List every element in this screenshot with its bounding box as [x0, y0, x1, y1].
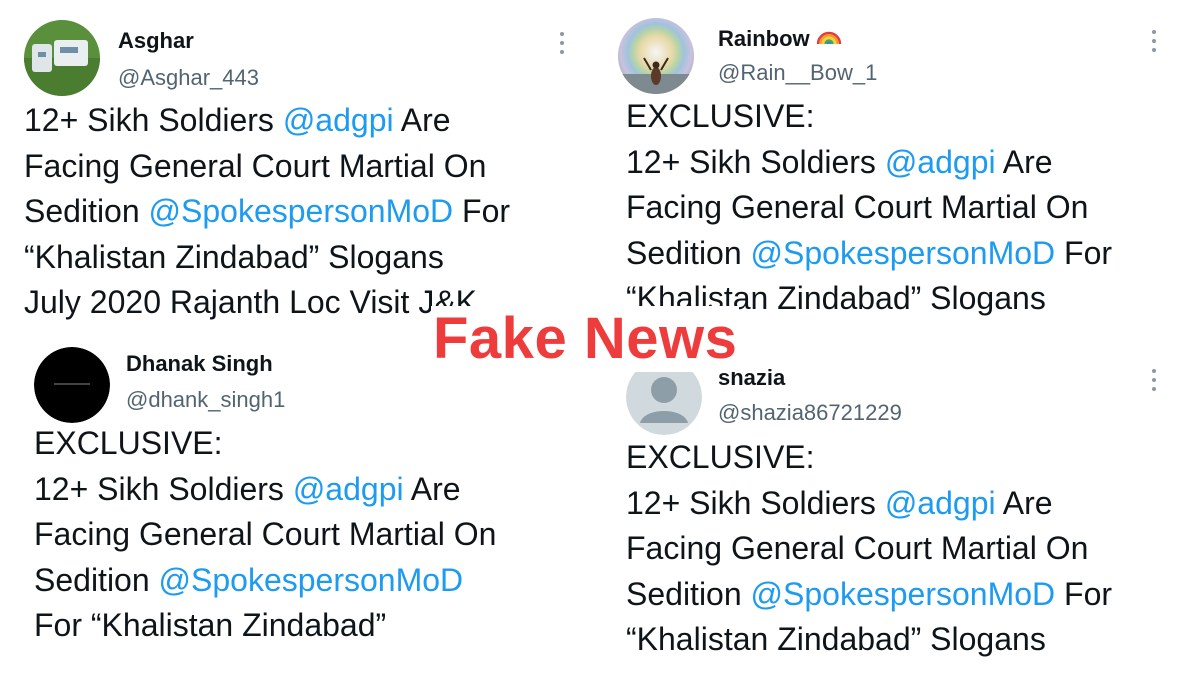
- tweet-text-segment: Are: [403, 470, 461, 507]
- tweet-text-line: 12+ Sikh Soldiers @adgpi Are: [24, 98, 510, 144]
- more-options-icon[interactable]: [1150, 30, 1158, 52]
- tweet-card-dhanak-singh[interactable]: Dhanak Singh @dhank_singh1 EXCLUSIVE: 12+…: [18, 345, 590, 657]
- tweet-text-line: 12+ Sikh Soldiers @adgpi Are: [34, 467, 496, 513]
- tweet-text-segment: Sedition: [626, 234, 751, 271]
- mention-link[interactable]: @SpokespersonMoD: [751, 235, 1056, 271]
- more-options-icon[interactable]: [1150, 369, 1158, 391]
- tweet-text-segment: Facing General Court Martial On: [626, 189, 1089, 225]
- tweet-text-segment: For: [1055, 234, 1113, 271]
- tweet-card-rainbow[interactable]: Rainbow @Rain__Bow_1 EXCLUSIVE: 12+ Sikh …: [610, 16, 1182, 328]
- tweet-text: EXCLUSIVE: 12+ Sikh Soldiers @adgpi Are Fa…: [626, 435, 1112, 657]
- tweet-text-line: Sedition @SpokespersonMoD For: [626, 572, 1112, 618]
- tweet-text-segment: EXCLUSIVE:: [34, 425, 223, 461]
- tweet-text-line: Facing General Court Martial On: [34, 512, 496, 558]
- tweet-text-segment: Facing General Court Martial On: [24, 147, 487, 184]
- tweet-text-segment: For: [1055, 575, 1113, 612]
- tweet-text-segment: July 2020 Rajanth Loc Visit J&K: [24, 284, 477, 320]
- avatar[interactable]: [618, 18, 694, 94]
- avatar[interactable]: [34, 347, 110, 423]
- mention-link[interactable]: @SpokespersonMoD: [159, 562, 464, 598]
- display-name[interactable]: Asghar: [118, 28, 194, 54]
- mention-link[interactable]: @SpokespersonMoD: [751, 576, 1056, 612]
- tweet-text: EXCLUSIVE: 12+ Sikh Soldiers @adgpi Are Fa…: [34, 421, 496, 649]
- tweet-text-line: Sedition @SpokespersonMoD: [34, 558, 496, 604]
- tweet-text-line: 12+ Sikh Soldiers @adgpi Are: [626, 481, 1112, 527]
- user-handle[interactable]: @shazia86721229: [718, 400, 902, 426]
- tweet-text-line: Facing General Court Martial On: [626, 526, 1112, 572]
- tweet-text-segment: Are: [995, 484, 1053, 521]
- tweet-text-segment: EXCLUSIVE:: [626, 439, 815, 475]
- tweet-text: EXCLUSIVE: 12+ Sikh Soldiers @adgpi Are Fa…: [626, 94, 1112, 322]
- tweet-text-segment: EXCLUSIVE:: [626, 98, 815, 134]
- tweet-text-segment: For: [453, 193, 511, 229]
- tweet-text-line: EXCLUSIVE:: [626, 435, 1112, 481]
- tweet-card-asghar[interactable]: Asghar @Asghar_443 12+ Sikh Soldiers @ad…: [18, 18, 590, 328]
- tweet-text-segment: For “Khalistan Zindabad”: [34, 607, 387, 643]
- tweet-text-segment: “Khalistan Zindabad” Slogans: [626, 621, 1046, 657]
- display-name-text: Rainbow: [718, 26, 810, 51]
- tweet-text-segment: Sedition: [626, 575, 751, 612]
- tweet-text-segment: Facing General Court Martial On: [34, 516, 497, 552]
- display-name[interactable]: Dhanak Singh: [126, 351, 273, 377]
- tweet-text-line: “Khalistan Zindabad” Slogans: [24, 235, 510, 281]
- tweet-text-segment: “Khalistan Zindabad” Slogans: [24, 238, 444, 275]
- tweet-text-segment: Are: [393, 102, 451, 138]
- tweet-text-line: Facing General Court Martial On: [626, 185, 1112, 231]
- tweet-text-segment: Facing General Court Martial On: [626, 530, 1089, 566]
- tweet-text-segment: 12+ Sikh Soldiers: [24, 102, 283, 138]
- tweet-text-line: “Khalistan Zindabad” Slogans: [626, 617, 1112, 657]
- tweet-text-segment: 12+ Sikh Soldiers: [626, 484, 885, 521]
- tweet-text-line: 12+ Sikh Soldiers @adgpi Are: [626, 140, 1112, 186]
- avatar[interactable]: [24, 20, 100, 96]
- mention-link[interactable]: @adgpi: [293, 471, 404, 507]
- mention-link[interactable]: @SpokespersonMoD: [149, 193, 454, 229]
- user-handle[interactable]: @Asghar_443: [118, 65, 259, 91]
- more-options-icon[interactable]: [558, 32, 566, 54]
- display-name-text: Asghar: [118, 28, 194, 53]
- tweet-text-line: Sedition @SpokespersonMoD For: [626, 231, 1112, 277]
- tweet-text-segment: Are: [995, 143, 1053, 180]
- display-name-text: Dhanak Singh: [126, 351, 273, 376]
- tweet-text-line: For “Khalistan Zindabad”: [34, 603, 496, 649]
- tweet-text: 12+ Sikh Soldiers @adgpi Are Facing Gener…: [24, 98, 510, 326]
- fake-news-overlay-label: Fake News: [431, 306, 740, 372]
- tweet-card-shazia[interactable]: shazia @shazia86721229 EXCLUSIVE: 12+ Sik…: [610, 345, 1182, 657]
- user-handle[interactable]: @dhank_singh1: [126, 387, 285, 413]
- tweet-text-segment: Sedition: [24, 193, 149, 229]
- tweet-text-line: EXCLUSIVE:: [626, 94, 1112, 140]
- tweet-text-line: Facing General Court Martial On: [24, 144, 510, 190]
- mention-link[interactable]: @adgpi: [885, 485, 996, 521]
- display-name[interactable]: Rainbow: [718, 26, 842, 52]
- tweet-text-line: EXCLUSIVE:: [34, 421, 496, 467]
- tweet-text-segment: Sedition: [34, 561, 159, 598]
- tweet-text-line: Sedition @SpokespersonMoD For: [24, 189, 510, 235]
- rainbow-emoji-icon: [816, 26, 842, 52]
- mention-link[interactable]: @adgpi: [283, 102, 394, 138]
- tweet-text-segment: 12+ Sikh Soldiers: [34, 470, 293, 507]
- user-handle[interactable]: @Rain__Bow_1: [718, 60, 877, 86]
- mention-link[interactable]: @adgpi: [885, 144, 996, 180]
- tweet-text-segment: 12+ Sikh Soldiers: [626, 143, 885, 180]
